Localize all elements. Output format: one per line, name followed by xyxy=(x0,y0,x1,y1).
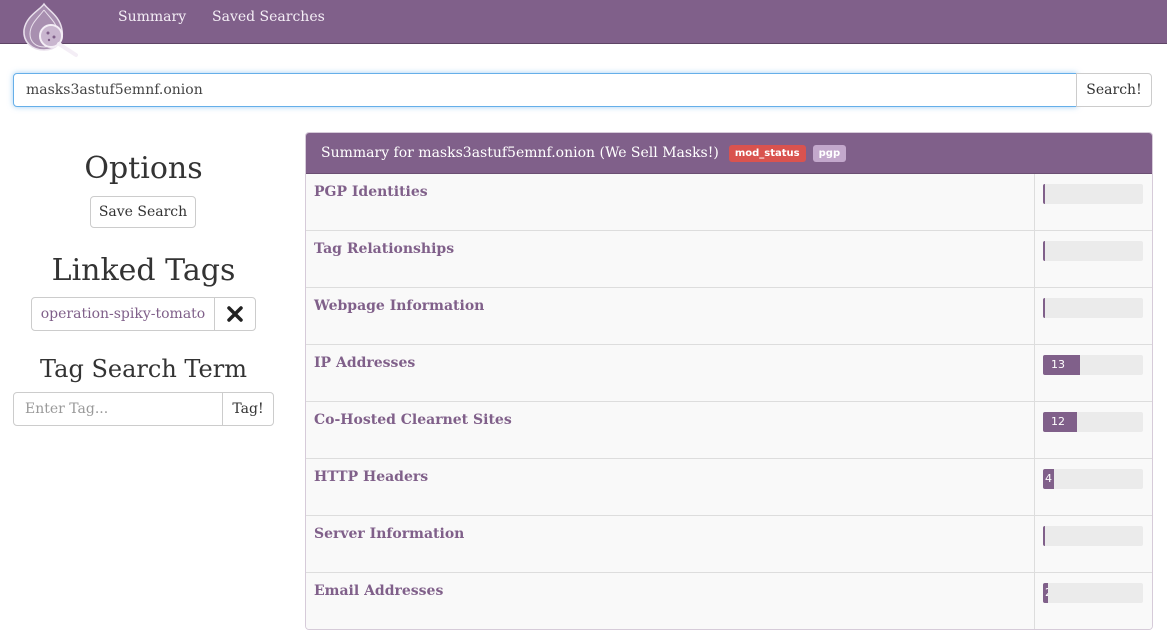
summary-row-label[interactable]: Tag Relationships xyxy=(314,241,454,257)
summary-row-label[interactable]: IP Addresses xyxy=(314,355,415,371)
summary-row[interactable]: HTTP Headers 4 xyxy=(306,459,1152,516)
count-progress-bar: 4 xyxy=(1043,469,1143,489)
summary-row-label[interactable]: PGP Identities xyxy=(314,184,428,200)
summary-row-label[interactable]: Email Addresses xyxy=(314,583,443,599)
summary-row-label[interactable]: Co-Hosted Clearnet Sites xyxy=(314,412,512,428)
remove-tag-button[interactable] xyxy=(214,297,256,331)
count-progress-bar xyxy=(1043,241,1143,261)
count-progress-fill xyxy=(1043,298,1045,318)
options-heading: Options xyxy=(84,151,203,186)
summary-row[interactable]: Email Addresses 2 xyxy=(306,573,1152,629)
summary-row[interactable]: Webpage Information xyxy=(306,288,1152,345)
summary-row-label[interactable]: Webpage Information xyxy=(314,298,484,314)
count-progress-fill xyxy=(1043,184,1045,204)
close-icon xyxy=(227,306,243,322)
count-progress-bar xyxy=(1043,526,1143,546)
column-divider xyxy=(1034,174,1035,230)
count-progress-bar xyxy=(1043,298,1143,318)
tag-search-heading: Tag Search Term xyxy=(40,355,247,383)
summary-row-label[interactable]: Server Information xyxy=(314,526,464,542)
count-progress-fill: 12 xyxy=(1043,412,1077,432)
count-progress-fill: 13 xyxy=(1043,355,1080,375)
search-input[interactable] xyxy=(13,73,1077,107)
save-search-button[interactable]: Save Search xyxy=(90,196,196,228)
count-progress-bar: 2 xyxy=(1043,583,1143,603)
nav-saved-searches-link[interactable]: Saved Searches xyxy=(212,9,325,25)
column-divider xyxy=(1034,573,1035,629)
count-progress-fill: 2 xyxy=(1043,583,1048,603)
summary-row[interactable]: Tag Relationships xyxy=(306,231,1152,288)
pgp-badge[interactable]: pgp xyxy=(812,144,847,162)
linked-tags-heading: Linked Tags xyxy=(51,253,236,288)
search-button[interactable]: Search! xyxy=(1076,73,1152,107)
count-progress-bar: 13 xyxy=(1043,355,1143,375)
count-progress-bar: 12 xyxy=(1043,412,1143,432)
column-divider xyxy=(1034,516,1035,572)
tag-button[interactable]: Tag! xyxy=(222,392,274,426)
count-progress-fill xyxy=(1043,241,1045,261)
summary-row[interactable]: IP Addresses 13 xyxy=(306,345,1152,402)
summary-rows: PGP Identities Tag Relationships Webpage I… xyxy=(306,174,1152,629)
column-divider xyxy=(1034,288,1035,344)
count-progress-bar xyxy=(1043,184,1143,204)
count-progress-fill: 4 xyxy=(1043,469,1054,489)
summary-row[interactable]: PGP Identities xyxy=(306,174,1152,231)
column-divider xyxy=(1034,402,1035,458)
column-divider xyxy=(1034,231,1035,287)
linked-tag[interactable]: operation-spiky-tomato xyxy=(31,297,215,331)
column-divider xyxy=(1034,459,1035,515)
mod-status-badge[interactable]: mod_status xyxy=(728,144,806,162)
tag-search-input[interactable] xyxy=(13,392,223,426)
onion-magnifier-logo-icon[interactable] xyxy=(18,2,82,58)
navbar: Summary Saved Searches xyxy=(0,0,1167,57)
nav-summary-link[interactable]: Summary xyxy=(118,9,186,25)
summary-title: Summary for masks3astuf5emnf.onion (We S… xyxy=(321,145,719,161)
column-divider xyxy=(1034,345,1035,401)
summary-row-label[interactable]: HTTP Headers xyxy=(314,469,428,485)
summary-row[interactable]: Server Information xyxy=(306,516,1152,573)
summary-panel: Summary for masks3astuf5emnf.onion (We S… xyxy=(305,132,1153,630)
count-progress-fill xyxy=(1043,526,1045,546)
summary-panel-heading: Summary for masks3astuf5emnf.onion (We S… xyxy=(306,133,1152,174)
summary-row[interactable]: Co-Hosted Clearnet Sites 12 xyxy=(306,402,1152,459)
